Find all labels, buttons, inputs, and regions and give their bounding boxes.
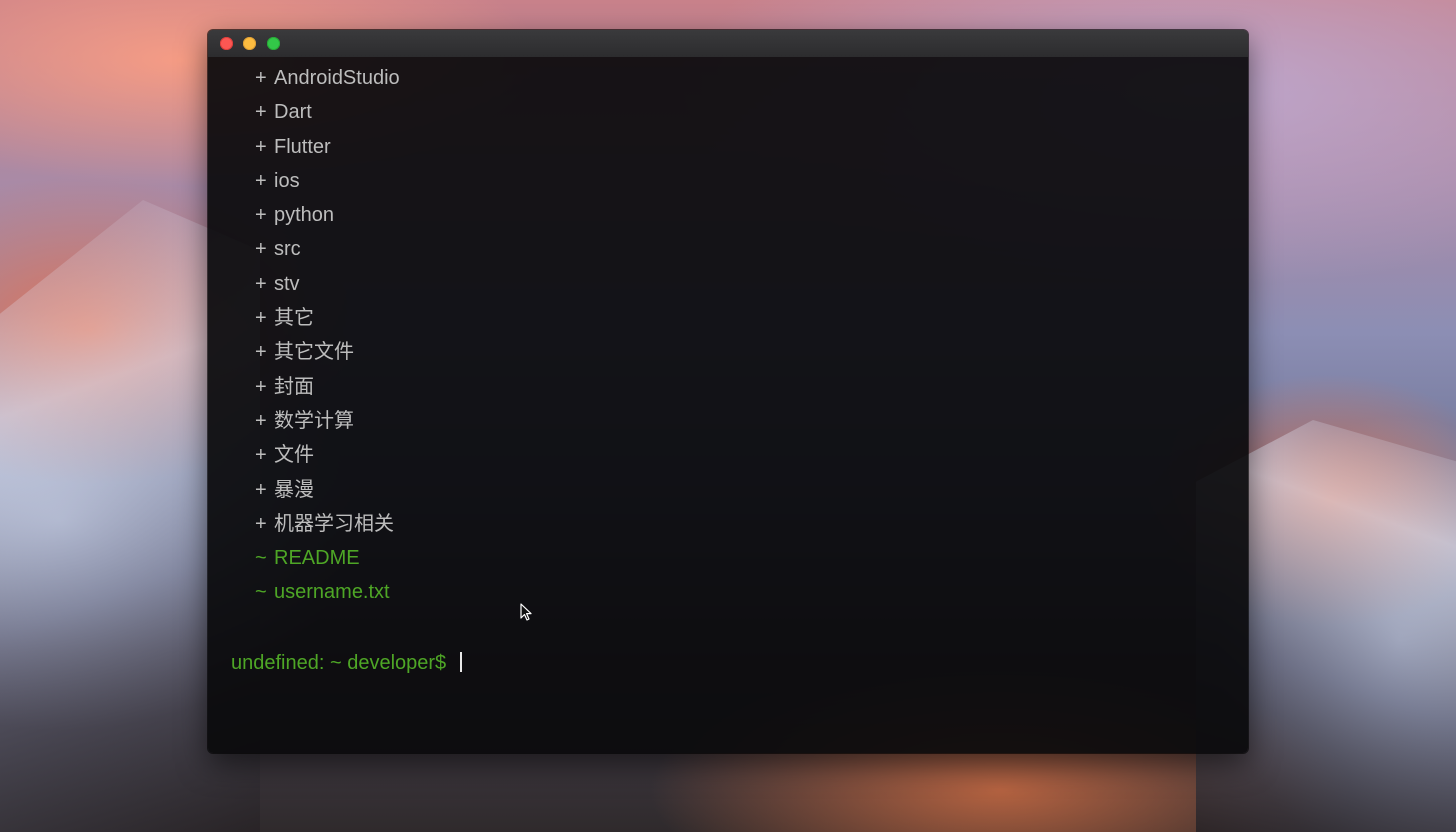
entry-marker: + [255, 204, 267, 227]
directory-entry: + src [255, 232, 400, 266]
directory-entry: + Flutter [255, 130, 400, 164]
entry-name: AndroidStudio [274, 67, 400, 89]
directory-entry: + 暴漫 [255, 473, 400, 507]
directory-entry: + 机器学习相关 [255, 507, 400, 541]
entry-name: Flutter [274, 135, 331, 158]
directory-entry: + stv [255, 267, 400, 301]
entry-name: 封面 [274, 375, 314, 398]
window-titlebar[interactable] [208, 30, 1248, 57]
entry-name: ios [274, 169, 300, 192]
entry-name: 机器学习相关 [274, 512, 394, 535]
directory-entry: + ios [255, 164, 400, 198]
minimize-icon[interactable] [243, 37, 256, 50]
file-entry: ~ README [255, 541, 400, 575]
directory-entry: + 数学计算 [255, 404, 400, 438]
entry-marker: + [255, 135, 267, 158]
entry-marker: + [255, 444, 267, 467]
entry-name: python [274, 204, 335, 227]
entry-marker: + [255, 341, 267, 364]
entry-marker: + [255, 101, 267, 124]
entry-name: stv [274, 272, 300, 295]
file-listing: + AndroidStudio + Dart + Flutter + ios + python + s… [255, 61, 400, 610]
entry-name: Dart [274, 101, 312, 124]
entry-marker: + [255, 307, 267, 330]
entry-marker: ~ [255, 547, 267, 570]
entry-name: 文件 [274, 444, 314, 467]
directory-entry: + 封面 [255, 370, 400, 404]
directory-entry: + Dart [255, 95, 400, 129]
directory-entry: + 文件 [255, 438, 400, 472]
directory-entry: + python [255, 198, 400, 232]
directory-entry: + 其它 [255, 301, 400, 335]
command-prompt-line[interactable]: undefined: ~ developer$ [231, 651, 462, 675]
prompt-text: undefined: ~ developer$ [231, 652, 447, 674]
entry-marker: + [255, 169, 267, 192]
entry-marker: + [255, 512, 267, 535]
close-icon[interactable] [220, 37, 233, 50]
directory-entry: + AndroidStudio [255, 61, 400, 95]
entry-marker: + [255, 272, 267, 295]
entry-name: src [274, 238, 301, 261]
terminal-output[interactable]: + AndroidStudio + Dart + Flutter + ios + python + s… [208, 57, 1248, 753]
entry-name: 暴漫 [274, 478, 314, 501]
entry-name: 其它文件 [274, 341, 354, 364]
entry-marker: + [255, 67, 267, 89]
directory-entry: + 其它文件 [255, 335, 400, 369]
entry-name: 数学计算 [274, 409, 354, 432]
entry-marker: ~ [255, 581, 267, 604]
entry-marker: + [255, 238, 267, 261]
maximize-icon[interactable] [267, 37, 280, 50]
mouse-pointer-icon [520, 603, 532, 621]
terminal-window: + AndroidStudio + Dart + Flutter + ios + python + s… [208, 30, 1248, 753]
entry-marker: + [255, 409, 267, 432]
entry-marker: + [255, 375, 267, 398]
text-cursor [459, 652, 462, 672]
entry-name: 其它 [274, 307, 314, 330]
entry-name: username.txt [274, 581, 390, 604]
file-entry: ~ username.txt [255, 575, 400, 609]
entry-marker: + [255, 478, 267, 501]
entry-name: README [274, 547, 360, 570]
